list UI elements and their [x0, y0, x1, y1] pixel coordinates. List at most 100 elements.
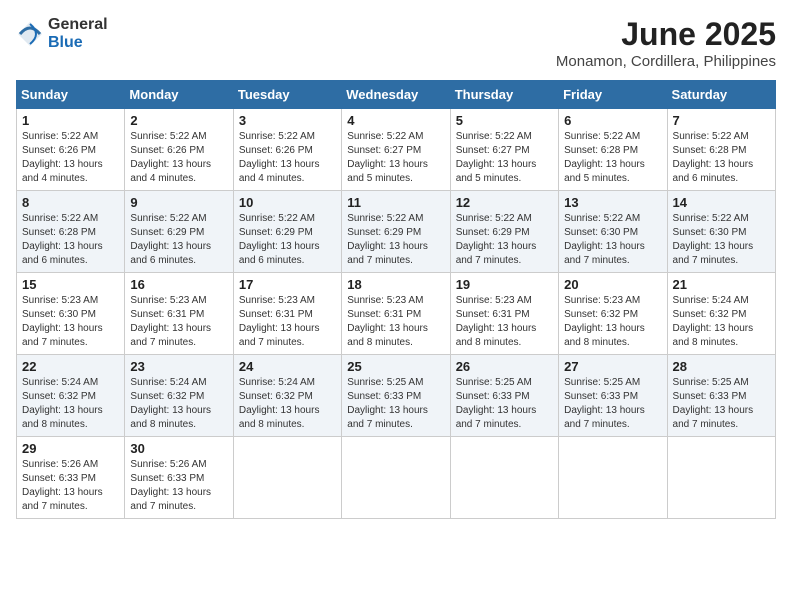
calendar-cell: 5Sunrise: 5:22 AM Sunset: 6:27 PM Daylig…: [450, 109, 558, 191]
calendar-row-2: 8Sunrise: 5:22 AM Sunset: 6:28 PM Daylig…: [17, 191, 776, 273]
calendar-title: June 2025: [556, 16, 776, 53]
day-number: 18: [347, 277, 444, 292]
calendar-cell: 1Sunrise: 5:22 AM Sunset: 6:26 PM Daylig…: [17, 109, 125, 191]
calendar-cell: 28Sunrise: 5:25 AM Sunset: 6:33 PM Dayli…: [667, 355, 775, 437]
calendar-cell: 30Sunrise: 5:26 AM Sunset: 6:33 PM Dayli…: [125, 437, 233, 519]
calendar-cell: 19 Sunrise: 5:23 AM Sunset: 6:31 PM Dayli…: [450, 273, 558, 355]
calendar-table: Sunday Monday Tuesday Wednesday Thursday…: [16, 80, 776, 519]
calendar-cell: 10 Sunrise: 5:22 AM Sunset: 6:29 PM Dayli…: [233, 191, 341, 273]
calendar-cell: 24 Sunrise: 5:24 AM Sunset: 6:32 PM Dayli…: [233, 355, 341, 437]
calendar-cell: 12 Sunrise: 5:22 AM Sunset: 6:29 PM Dayli…: [450, 191, 558, 273]
day-number: 10: [239, 195, 336, 210]
calendar-cell: 22 Sunrise: 5:24 AM Sunset: 6:32 PM Dayli…: [17, 355, 125, 437]
calendar-cell: 17Sunrise: 5:23 AM Sunset: 6:31 PM Dayli…: [233, 273, 341, 355]
day-detail: Sunrise: 5:23 AM Sunset: 6:31 PM Dayligh…: [347, 294, 444, 350]
day-detail: Sunrise: 5:22 AM Sunset: 6:27 PM Dayligh…: [456, 130, 553, 186]
calendar-cell: [342, 437, 450, 519]
day-number: 14: [673, 195, 770, 210]
day-number: 8: [22, 195, 119, 210]
day-number: 22: [22, 359, 119, 374]
day-detail: Sunrise: 5:25 AM Sunset: 6:33 PM Dayligh…: [456, 376, 553, 432]
calendar-cell: 27Sunrise: 5:25 AM Sunset: 6:33 PM Dayli…: [559, 355, 667, 437]
calendar-cell: 15 Sunrise: 5:23 AM Sunset: 6:30 PM Dayli…: [17, 273, 125, 355]
calendar-cell: 29Sunrise: 5:26 AM Sunset: 6:33 PM Dayli…: [17, 437, 125, 519]
day-number: 1: [22, 113, 119, 128]
day-number: 24: [239, 359, 336, 374]
day-number: 12: [456, 195, 553, 210]
day-detail: Sunrise: 5:26 AM Sunset: 6:33 PM Dayligh…: [130, 458, 227, 514]
weekday-header-row: Sunday Monday Tuesday Wednesday Thursday…: [17, 81, 776, 109]
day-detail: Sunrise: 5:22 AM Sunset: 6:29 PM Dayligh…: [239, 212, 336, 268]
day-detail: Sunrise: 5:24 AM Sunset: 6:32 PM Dayligh…: [130, 376, 227, 432]
logo-blue: Blue: [48, 34, 83, 51]
calendar-cell: [559, 437, 667, 519]
header-thursday: Thursday: [450, 81, 558, 109]
header-friday: Friday: [559, 81, 667, 109]
calendar-cell: 11Sunrise: 5:22 AM Sunset: 6:29 PM Dayli…: [342, 191, 450, 273]
day-number: 17: [239, 277, 336, 292]
day-detail: Sunrise: 5:22 AM Sunset: 6:29 PM Dayligh…: [456, 212, 553, 268]
day-detail: Sunrise: 5:23 AM Sunset: 6:32 PM Dayligh…: [564, 294, 661, 350]
day-number: 9: [130, 195, 227, 210]
day-number: 26: [456, 359, 553, 374]
day-number: 4: [347, 113, 444, 128]
day-detail: Sunrise: 5:25 AM Sunset: 6:33 PM Dayligh…: [347, 376, 444, 432]
calendar-cell: 9 Sunrise: 5:22 AM Sunset: 6:29 PM Daylig…: [125, 191, 233, 273]
day-detail: Sunrise: 5:24 AM Sunset: 6:32 PM Dayligh…: [673, 294, 770, 350]
calendar-cell: 16 Sunrise: 5:23 AM Sunset: 6:31 PM Dayli…: [125, 273, 233, 355]
day-detail: Sunrise: 5:23 AM Sunset: 6:31 PM Dayligh…: [456, 294, 553, 350]
calendar-cell: 26 Sunrise: 5:25 AM Sunset: 6:33 PM Dayli…: [450, 355, 558, 437]
day-number: 25: [347, 359, 444, 374]
day-number: 23: [130, 359, 227, 374]
logo-text: General Blue: [48, 16, 108, 52]
title-area: June 2025 Monamon, Cordillera, Philippin…: [556, 16, 776, 70]
calendar-cell: 7 Sunrise: 5:22 AM Sunset: 6:28 PM Daylig…: [667, 109, 775, 191]
calendar-cell: 18 Sunrise: 5:23 AM Sunset: 6:31 PM Dayli…: [342, 273, 450, 355]
calendar-cell: [450, 437, 558, 519]
calendar-cell: 23 Sunrise: 5:24 AM Sunset: 6:32 PM Dayli…: [125, 355, 233, 437]
day-detail: Sunrise: 5:22 AM Sunset: 6:30 PM Dayligh…: [564, 212, 661, 268]
calendar-cell: [667, 437, 775, 519]
day-number: 16: [130, 277, 227, 292]
day-detail: Sunrise: 5:22 AM Sunset: 6:26 PM Dayligh…: [239, 130, 336, 186]
day-number: 7: [673, 113, 770, 128]
day-number: 21: [673, 277, 770, 292]
header-wednesday: Wednesday: [342, 81, 450, 109]
calendar-cell: 4 Sunrise: 5:22 AM Sunset: 6:27 PM Daylig…: [342, 109, 450, 191]
day-number: 19: [456, 277, 553, 292]
day-detail: Sunrise: 5:26 AM Sunset: 6:33 PM Dayligh…: [22, 458, 119, 514]
day-number: 11: [347, 195, 444, 210]
calendar-row-1: 1 Sunrise: 5:22 AM Sunset: 6:26 PM Daylig…: [17, 109, 776, 191]
day-number: 3: [239, 113, 336, 128]
calendar-cell: 6Sunrise: 5:22 AM Sunset: 6:28 PM Daylig…: [559, 109, 667, 191]
calendar-subtitle: Monamon, Cordillera, Philippines: [556, 53, 776, 70]
calendar-cell: 2Sunrise: 5:22 AM Sunset: 6:26 PM Daylig…: [125, 109, 233, 191]
header-monday: Monday: [125, 81, 233, 109]
calendar-cell: 25 Sunrise: 5:25 AM Sunset: 6:33 PM Dayli…: [342, 355, 450, 437]
day-detail: Sunrise: 5:25 AM Sunset: 6:33 PM Dayligh…: [564, 376, 661, 432]
day-number: 20: [564, 277, 661, 292]
day-detail: Sunrise: 5:23 AM Sunset: 6:31 PM Dayligh…: [130, 294, 227, 350]
day-detail: Sunrise: 5:22 AM Sunset: 6:30 PM Dayligh…: [673, 212, 770, 268]
day-number: 2: [130, 113, 227, 128]
day-number: 28: [673, 359, 770, 374]
day-detail: Sunrise: 5:22 AM Sunset: 6:28 PM Dayligh…: [673, 130, 770, 186]
day-detail: Sunrise: 5:24 AM Sunset: 6:32 PM Dayligh…: [239, 376, 336, 432]
calendar-cell: 20 Sunrise: 5:23 AM Sunset: 6:32 PM Dayli…: [559, 273, 667, 355]
logo: General Blue: [16, 16, 108, 52]
header-saturday: Saturday: [667, 81, 775, 109]
calendar-cell: 3 Sunrise: 5:22 AM Sunset: 6:26 PM Daylig…: [233, 109, 341, 191]
day-detail: Sunrise: 5:22 AM Sunset: 6:29 PM Dayligh…: [130, 212, 227, 268]
header: General Blue June 2025 Monamon, Cordille…: [16, 16, 776, 70]
page-container: General Blue June 2025 Monamon, Cordille…: [16, 16, 776, 519]
day-detail: Sunrise: 5:22 AM Sunset: 6:27 PM Dayligh…: [347, 130, 444, 186]
day-detail: Sunrise: 5:24 AM Sunset: 6:32 PM Dayligh…: [22, 376, 119, 432]
calendar-cell: 14 Sunrise: 5:22 AM Sunset: 6:30 PM Dayli…: [667, 191, 775, 273]
calendar-row-4: 22 Sunrise: 5:24 AM Sunset: 6:32 PM Dayli…: [17, 355, 776, 437]
calendar-cell: [233, 437, 341, 519]
day-number: 15: [22, 277, 119, 292]
day-detail: Sunrise: 5:22 AM Sunset: 6:28 PM Dayligh…: [564, 130, 661, 186]
calendar-cell: 13Sunrise: 5:22 AM Sunset: 6:30 PM Dayli…: [559, 191, 667, 273]
logo-icon: [16, 20, 44, 48]
day-detail: Sunrise: 5:23 AM Sunset: 6:30 PM Dayligh…: [22, 294, 119, 350]
